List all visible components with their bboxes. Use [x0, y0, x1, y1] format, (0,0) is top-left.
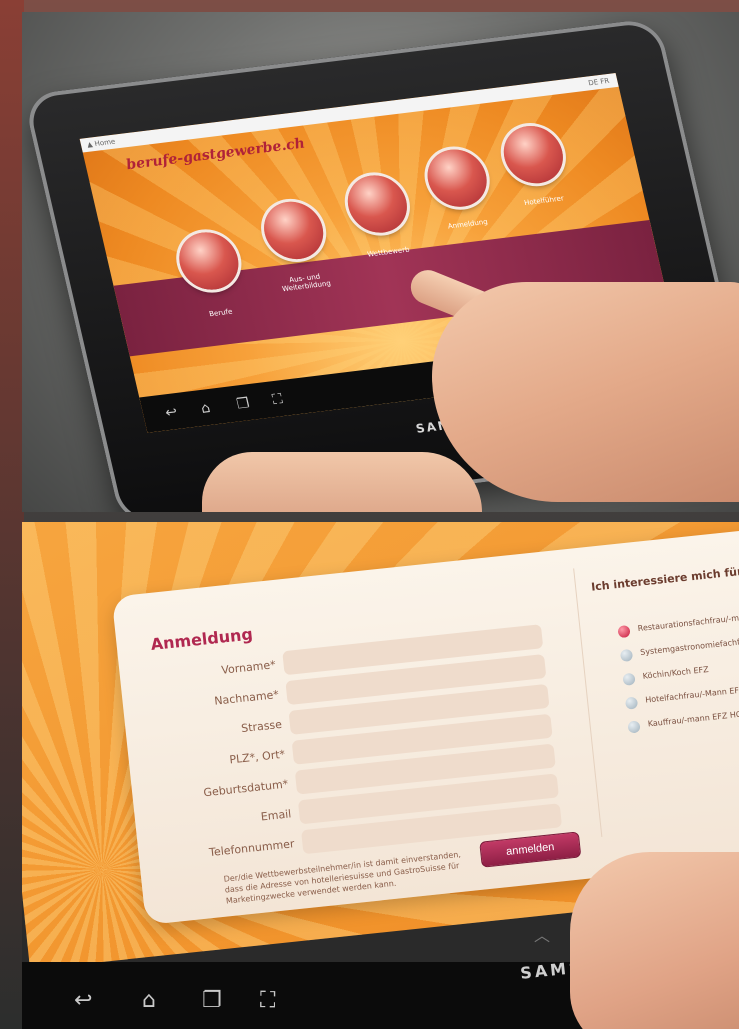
right-hand [432, 282, 739, 502]
radio-selected-icon[interactable] [617, 624, 631, 639]
option-label: Hotelfachfrau/-Mann EFZ [644, 685, 739, 705]
chevron-up-icon: ︿ [534, 926, 551, 945]
home-link[interactable]: ▲ Home [86, 138, 116, 149]
radio-icon[interactable] [622, 672, 636, 686]
interest-title: Ich interessiere mich für folgende/n Be [590, 555, 739, 594]
column-divider [573, 568, 603, 838]
screenshot-icon[interactable]: ⛶ [271, 391, 284, 408]
field-label: PLZ*, Ort* [228, 747, 286, 767]
top-photo: ▲ Home DE FR berufe-gastgewerbe.ch Beruf… [22, 12, 739, 512]
field-label: Email [260, 807, 292, 824]
option-label: Restaurationsfachfrau/-mann EFZ [637, 610, 739, 634]
radio-icon[interactable] [619, 648, 634, 663]
field-label: Strasse [240, 717, 283, 736]
field-label: Telefonnummer [208, 837, 296, 860]
radio-icon[interactable] [624, 696, 639, 710]
back-icon[interactable]: ↩ [164, 404, 179, 421]
menu-label-hotelfuehrer[interactable]: Hotelführer [503, 192, 584, 210]
bottom-photo: Anmeldung Vorname* Nachname* Strasse PLZ… [22, 522, 739, 1029]
menu-bubble-wettbewerb[interactable] [342, 172, 413, 236]
home-icon[interactable]: ⌂ [199, 400, 211, 417]
menu-bubble-hotelfuehrer[interactable] [498, 122, 569, 187]
menu-bubble-weiterbildung[interactable] [258, 198, 329, 263]
menu-bubble-anmeldung[interactable] [421, 146, 493, 211]
field-label: Nachname* [213, 688, 280, 708]
home-icon[interactable]: ⌂ [142, 988, 156, 1013]
screenshot-icon[interactable]: ⛶ [260, 988, 275, 1013]
back-icon[interactable]: ↩ [74, 988, 92, 1013]
submit-button[interactable]: anmelden [479, 831, 582, 868]
language-switch[interactable]: DE FR [588, 77, 611, 87]
recent-apps-icon[interactable]: ❐ [235, 395, 251, 412]
option-restauration[interactable]: Restaurationsfachfrau/-mann EFZ [617, 599, 739, 642]
recent-apps-icon[interactable]: ❐ [202, 988, 222, 1013]
menu-label-anmeldung[interactable]: Anmeldung [427, 215, 508, 233]
option-label: Kauffrau/-mann EFZ HGT [647, 709, 739, 729]
left-hand [202, 452, 482, 512]
field-label: Geburtsdatum* [202, 777, 289, 800]
form-title: Anmeldung [149, 624, 254, 655]
field-label: Vorname* [220, 658, 277, 677]
hand-bottom [570, 852, 739, 1029]
option-label: Köchin/Koch EFZ [642, 664, 709, 681]
radio-icon[interactable] [627, 720, 641, 734]
